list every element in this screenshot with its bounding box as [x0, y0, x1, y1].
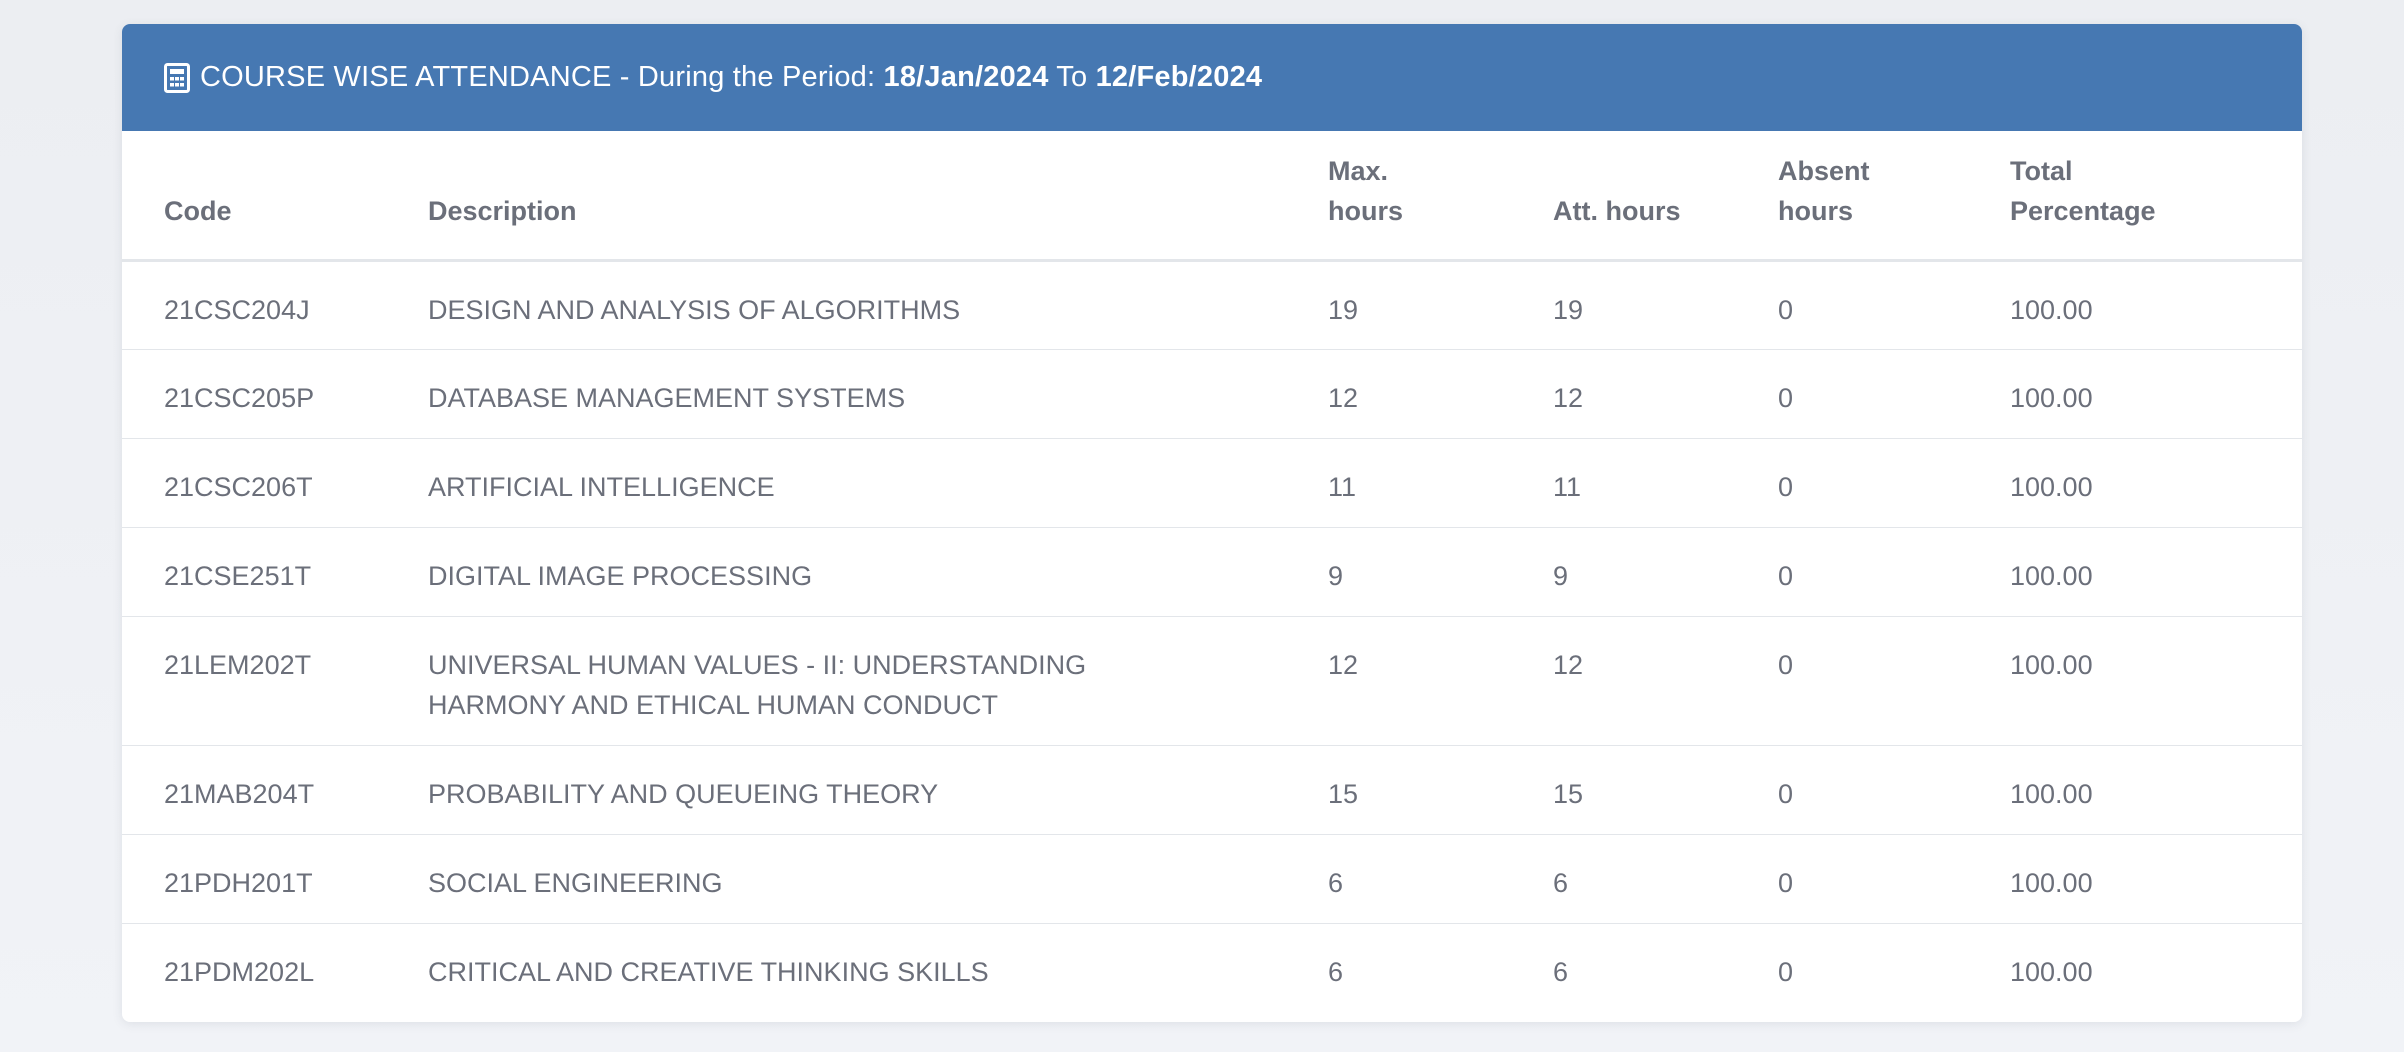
column-header-code: Code — [122, 131, 428, 262]
cell-description: DESIGN AND ANALYSIS OF ALGORITHMS — [428, 294, 961, 325]
column-header-total-percentage: Total Percentage — [2010, 131, 2302, 262]
cell-att-hours: 19 — [1553, 294, 1584, 325]
cell-att-hours: 15 — [1553, 744, 1778, 834]
cell-att-hours: 6 — [1553, 833, 1778, 923]
table-row: 21CSC205P DATABASE MANAGEMENT SYSTEMS 12… — [122, 348, 2302, 438]
cell-code: 21PDM202L — [122, 922, 428, 1012]
table-row: 21CSE251T DIGITAL IMAGE PROCESSING 9 9 0… — [122, 526, 2302, 616]
cell-description: PROBABILITY AND QUEUEING THEORY — [428, 744, 1328, 834]
cell-att-hours: 6 — [1553, 922, 1778, 1012]
attendance-card: COURSE WISE ATTENDANCE - During the Peri… — [122, 24, 2302, 1022]
cell-absent-hours: 0 — [1778, 744, 2010, 834]
cell-total-percentage: 100.00 — [2010, 744, 2302, 834]
period-from-date: 18/Jan/2024 — [883, 61, 1049, 93]
cell-total-percentage: 100.00 — [2010, 294, 2093, 325]
cell-code: 21CSC204J — [164, 294, 310, 325]
cell-total-percentage: 100.00 — [2010, 922, 2302, 1012]
cell-description: UNIVERSAL HUMAN VALUES - II: UNDERSTANDI… — [428, 615, 1328, 745]
cell-absent-hours: 0 — [1778, 437, 2010, 527]
cell-description: ARTIFICIAL INTELLIGENCE — [428, 437, 1328, 527]
cell-absent-hours: 0 — [1778, 922, 2010, 1012]
table-row: 21CSC206T ARTIFICIAL INTELLIGENCE 11 11 … — [122, 437, 2302, 527]
attendance-table: Code Description Max. hours Att. hours A… — [122, 131, 2302, 1012]
cell-att-hours: 12 — [1553, 615, 1778, 745]
table-row: 21CSC204J DESIGN AND ANALYSIS OF ALGORIT… — [122, 260, 2302, 349]
cell-total-percentage: 100.00 — [2010, 615, 2302, 745]
header-title-prefix: COURSE WISE ATTENDANCE - During the Peri… — [200, 61, 884, 93]
table-row: 21MAB204T PROBABILITY AND QUEUEING THEOR… — [122, 744, 2302, 834]
cell-max-hours: 11 — [1328, 437, 1553, 527]
cell-max-hours: 15 — [1328, 744, 1553, 834]
cell-att-hours: 11 — [1553, 437, 1778, 527]
cell-max-hours: 12 — [1328, 348, 1553, 438]
cell-max-hours: 9 — [1328, 526, 1553, 616]
column-header-absent-hours: Absent hours — [1778, 131, 2010, 262]
calculator-icon — [164, 62, 190, 93]
cell-max-hours: 6 — [1328, 833, 1553, 923]
column-header-max-hours: Max. hours — [1328, 131, 1553, 262]
cell-absent-hours: 0 — [1778, 294, 1794, 325]
cell-code: 21LEM202T — [122, 615, 428, 745]
cell-max-hours: 12 — [1328, 615, 1553, 745]
cell-total-percentage: 100.00 — [2010, 526, 2302, 616]
cell-absent-hours: 0 — [1778, 833, 2010, 923]
card-header: COURSE WISE ATTENDANCE - During the Peri… — [122, 24, 2302, 131]
cell-absent-hours: 0 — [1778, 615, 2010, 745]
cell-code: 21MAB204T — [122, 744, 428, 834]
column-header-att-hours: Att. hours — [1553, 131, 1778, 262]
table-row: 21LEM202T UNIVERSAL HUMAN VALUES - II: U… — [122, 615, 2302, 745]
cell-total-percentage: 100.00 — [2010, 833, 2302, 923]
cell-max-hours: 19 — [1328, 294, 1359, 325]
period-to-label: To — [1048, 61, 1096, 93]
cell-att-hours: 12 — [1553, 348, 1778, 438]
cell-description: DIGITAL IMAGE PROCESSING — [428, 526, 1328, 616]
cell-description: DATABASE MANAGEMENT SYSTEMS — [428, 348, 1328, 438]
cell-absent-hours: 0 — [1778, 526, 2010, 616]
table-row: 21PDH201T SOCIAL ENGINEERING 6 6 0 100.0… — [122, 833, 2302, 923]
cell-total-percentage: 100.00 — [2010, 437, 2302, 527]
cell-description: SOCIAL ENGINEERING — [428, 833, 1328, 923]
cell-code: 21CSC205P — [122, 348, 428, 438]
cell-description: CRITICAL AND CREATIVE THINKING SKILLS — [428, 922, 1328, 1012]
cell-absent-hours: 0 — [1778, 348, 2010, 438]
cell-total-percentage: 100.00 — [2010, 348, 2302, 438]
table-header-row: Code Description Max. hours Att. hours A… — [122, 131, 2302, 262]
cell-code: 21PDH201T — [122, 833, 428, 923]
table-row: 21PDM202L CRITICAL AND CREATIVE THINKING… — [122, 922, 2302, 1012]
column-header-description: Description — [428, 131, 1328, 262]
period-to-date: 12/Feb/2024 — [1095, 61, 1263, 93]
cell-att-hours: 9 — [1553, 526, 1778, 616]
cell-code: 21CSC206T — [122, 437, 428, 527]
cell-code: 21CSE251T — [122, 526, 428, 616]
cell-max-hours: 6 — [1328, 922, 1553, 1012]
